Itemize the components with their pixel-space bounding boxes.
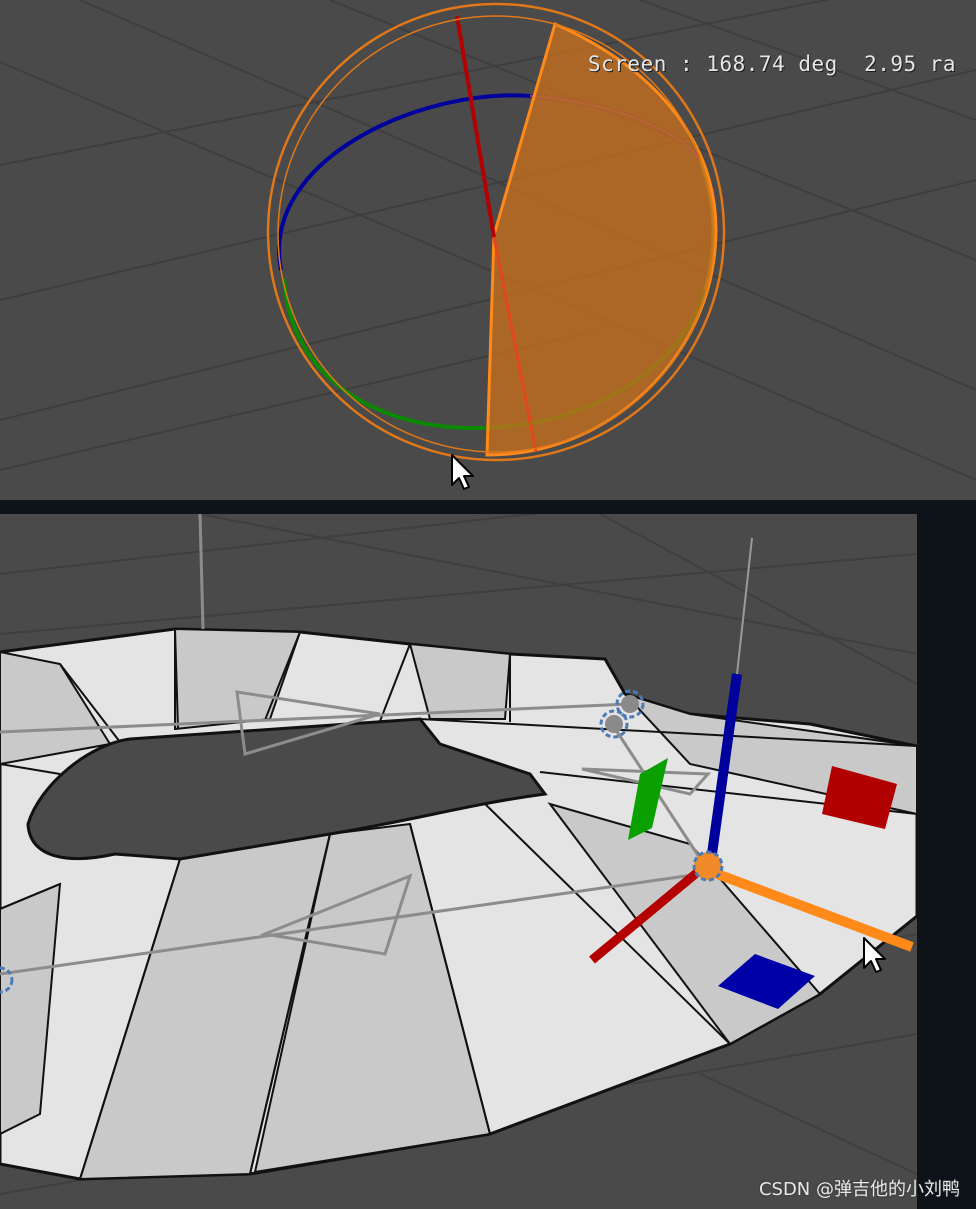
rotate-gizmo-viewport[interactable]: Screen : 168.74 deg 2.95 ra <box>0 0 976 500</box>
gizmo-z-axis-guide <box>736 537 753 675</box>
rotation-readout: Screen : 168.74 deg 2.95 ra <box>588 52 956 76</box>
readout-degrees: 168.74 deg <box>706 52 838 76</box>
readout-separator: : <box>680 52 694 76</box>
readout-label: Screen <box>588 52 667 76</box>
move-gizmo-viewport[interactable] <box>0 514 917 1209</box>
watermark: CSDN @弹吉他的小刘鸭 <box>758 1179 960 1200</box>
x-rotation-axis[interactable] <box>455 15 496 238</box>
arrow-cursor-icon <box>451 454 474 490</box>
rotation-arc <box>485 21 718 457</box>
readout-radians: 2.95 ra <box>864 52 957 76</box>
move-viewport-canvas[interactable] <box>0 514 917 1209</box>
gizmo-center[interactable] <box>692 850 724 882</box>
